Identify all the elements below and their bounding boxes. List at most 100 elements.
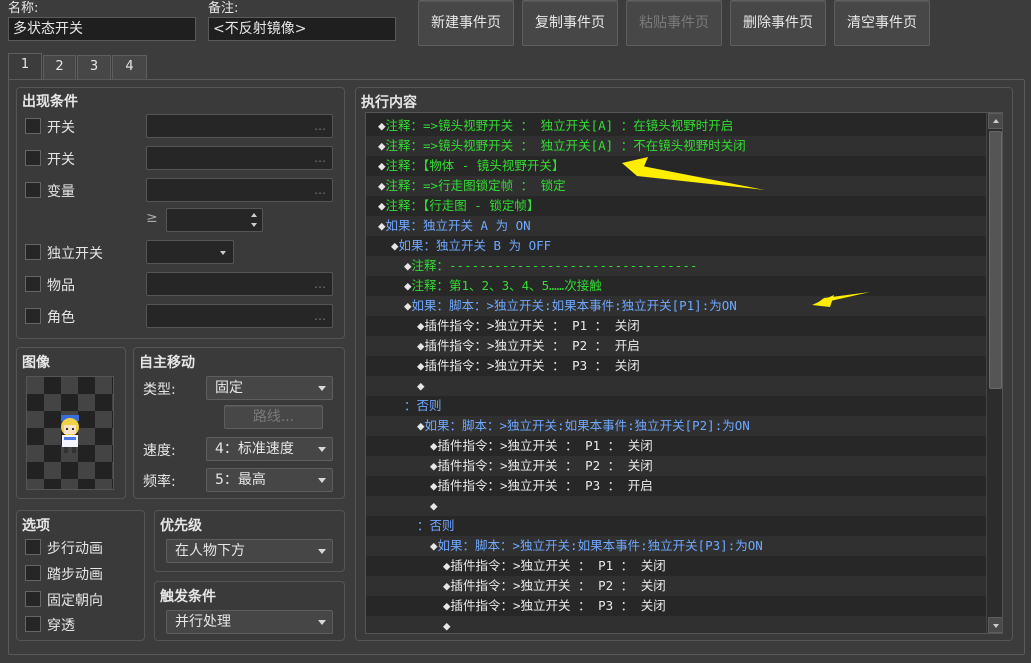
switch2-picker[interactable]: … bbox=[146, 146, 333, 170]
arrow-down-icon bbox=[993, 624, 999, 628]
variable-picker[interactable]: … bbox=[146, 178, 333, 202]
route-button[interactable]: 路线... bbox=[224, 405, 323, 429]
item-picker[interactable]: … bbox=[146, 272, 333, 296]
command-bullet-icon: ◆ bbox=[378, 138, 386, 153]
command-label: 注释：【行走图 - 锁定帧】 bbox=[385, 198, 540, 213]
walk-anim-checkbox[interactable] bbox=[25, 539, 41, 555]
variable-checkbox[interactable] bbox=[25, 182, 41, 198]
trigger-value: 并行处理 bbox=[175, 614, 231, 630]
command-text: ◆插件指令：>独立开关 ： P3 ： 开启 bbox=[366, 478, 653, 493]
actor-picker[interactable]: … bbox=[146, 304, 333, 328]
switch1-picker[interactable]: … bbox=[146, 114, 333, 138]
scroll-thumb[interactable] bbox=[989, 131, 1002, 389]
command-label: 插件指令：>独立开关 ： P1 ： 关闭 bbox=[450, 558, 666, 573]
command-text: ◆如果：独立开关 A 为 ON bbox=[366, 218, 531, 233]
spin-down-icon[interactable] bbox=[251, 223, 257, 227]
command-row[interactable]: ◆ bbox=[366, 376, 986, 396]
tab-3[interactable]: 3 bbox=[77, 55, 111, 79]
paste-page-button[interactable]: 粘贴事件页 bbox=[626, 0, 722, 46]
command-bullet-icon: ◆ bbox=[417, 378, 425, 393]
command-row[interactable]: ◆插件指令：>独立开关 ： P3 ： 关闭 bbox=[366, 356, 986, 376]
speed-value: 4：标准速度 bbox=[215, 441, 294, 457]
event-image-preview[interactable] bbox=[26, 376, 114, 490]
command-label: 插件指令：>独立开关 ： P3 ： 开启 bbox=[437, 478, 653, 493]
command-row[interactable]: ◆插件指令：>独立开关 ： P2 ： 关闭 bbox=[366, 576, 986, 596]
delete-page-button[interactable]: 删除事件页 bbox=[730, 0, 826, 46]
tab-2[interactable]: 2 bbox=[43, 55, 76, 79]
command-label: 插件指令：>独立开关 ： P2 ： 关闭 bbox=[437, 458, 653, 473]
command-label: 插件指令：>独立开关 ： P3 ： 关闭 bbox=[424, 358, 640, 373]
frequency-value: 5：最高 bbox=[215, 472, 266, 488]
switch2-checkbox[interactable] bbox=[25, 150, 41, 166]
command-bullet-icon: ◆ bbox=[417, 418, 425, 433]
actor-checkbox[interactable] bbox=[25, 308, 41, 324]
direction-fix-checkbox[interactable] bbox=[25, 591, 41, 607]
command-row[interactable]: ◆插件指令：>独立开关 ： P3 ： 开启 bbox=[366, 476, 986, 496]
tab-4[interactable]: 4 bbox=[112, 55, 147, 79]
chevron-down-icon bbox=[318, 447, 326, 452]
command-label: 注释：=>行走图锁定帧 ： 锁定 bbox=[385, 178, 566, 193]
command-row[interactable]: ◆插件指令：>独立开关 ： P1 ： 关闭 bbox=[366, 436, 986, 456]
command-text: ◆如果：独立开关 B 为 OFF bbox=[366, 238, 551, 253]
command-row[interactable]: ：否则 bbox=[366, 516, 986, 536]
trigger-select[interactable]: 并行处理 bbox=[166, 610, 333, 634]
command-bullet-icon: ◆ bbox=[391, 238, 399, 253]
item-label: 物品 bbox=[47, 278, 75, 294]
gte-label: ≥ bbox=[146, 210, 158, 226]
scroll-up-button[interactable] bbox=[988, 113, 1002, 129]
priority-select[interactable]: 在人物下方 bbox=[166, 539, 333, 563]
command-row[interactable]: ◆ bbox=[366, 496, 986, 516]
command-bullet-icon: ◆ bbox=[430, 538, 438, 553]
item-checkbox[interactable] bbox=[25, 276, 41, 292]
command-text: ◆注释：第1、2、3、4、5……次接触 bbox=[366, 278, 602, 293]
tab-1[interactable]: 1 bbox=[8, 53, 42, 80]
command-text: ◆插件指令：>独立开关 ： P1 ： 关闭 bbox=[366, 438, 653, 453]
through-checkbox[interactable] bbox=[25, 616, 41, 632]
command-row[interactable]: ：否则 bbox=[366, 396, 986, 416]
new-page-button[interactable]: 新建事件页 bbox=[418, 0, 514, 46]
command-row[interactable]: ◆注释：=>镜头视野开关 ： 独立开关[A] ：在镜头视野时开启 bbox=[366, 116, 986, 136]
scrollbar[interactable] bbox=[986, 113, 1002, 633]
step-anim-checkbox[interactable] bbox=[25, 565, 41, 581]
clear-page-button[interactable]: 清空事件页 bbox=[834, 0, 930, 46]
command-bullet-icon: ◆ bbox=[443, 618, 451, 633]
command-text: ◆注释：=>镜头视野开关 ： 独立开关[A] ：在镜头视野时开启 bbox=[366, 118, 733, 133]
self-switch-checkbox[interactable] bbox=[25, 244, 41, 260]
command-row[interactable]: ◆如果：脚本：>独立开关:如果本事件:独立开关[P3]:为ON bbox=[366, 536, 986, 556]
switch1-checkbox[interactable] bbox=[25, 118, 41, 134]
scroll-down-button[interactable] bbox=[988, 617, 1002, 633]
frequency-select[interactable]: 5：最高 bbox=[206, 468, 333, 492]
variable-value-spinner[interactable] bbox=[166, 208, 263, 232]
command-row[interactable]: ◆如果：脚本：>独立开关:如果本事件:独立开关[P2]:为ON bbox=[366, 416, 986, 436]
move-type-select[interactable]: 固定 bbox=[206, 376, 333, 400]
command-text: ◆注释：【行走图 - 锁定帧】 bbox=[366, 198, 539, 213]
command-label: 插件指令：>独立开关 ： P1 ： 关闭 bbox=[437, 438, 653, 453]
command-bullet-icon: ◆ bbox=[404, 298, 412, 313]
command-row[interactable]: ◆ bbox=[366, 616, 986, 633]
command-label: 注释：【物体 - 镜头视野开关】 bbox=[385, 158, 565, 173]
self-switch-label: 独立开关 bbox=[47, 246, 103, 262]
command-row[interactable]: ◆插件指令：>独立开关 ： P2 ： 开启 bbox=[366, 336, 986, 356]
command-row[interactable]: ◆插件指令：>独立开关 ： P3 ： 关闭 bbox=[366, 596, 986, 616]
command-bullet-icon: ◆ bbox=[417, 338, 425, 353]
command-text: ◆插件指令：>独立开关 ： P1 ： 关闭 bbox=[366, 318, 640, 333]
command-bullet-icon: ◆ bbox=[417, 318, 425, 333]
walk-anim-label: 步行动画 bbox=[47, 541, 103, 557]
speed-select[interactable]: 4：标准速度 bbox=[206, 437, 333, 461]
frequency-label: 频率: bbox=[143, 474, 176, 490]
spin-up-icon[interactable] bbox=[251, 213, 257, 217]
command-text: ◆ bbox=[366, 498, 438, 513]
autonomous-title: 自主移动 bbox=[139, 355, 195, 371]
copy-page-button[interactable]: 复制事件页 bbox=[522, 0, 618, 46]
command-row[interactable]: ◆插件指令：>独立开关 ： P2 ： 关闭 bbox=[366, 456, 986, 476]
command-bullet-icon: ◆ bbox=[417, 358, 425, 373]
command-bullet-icon: ◆ bbox=[430, 438, 438, 453]
note-input[interactable]: <不反射镜像> bbox=[208, 17, 396, 41]
command-row[interactable]: ◆插件指令：>独立开关 ： P1 ： 关闭 bbox=[366, 556, 986, 576]
self-switch-select[interactable] bbox=[146, 240, 234, 264]
command-label: 插件指令：>独立开关 ： P2 ： 关闭 bbox=[450, 578, 666, 593]
command-text: ◆如果：脚本：>独立开关:如果本事件:独立开关[P2]:为ON bbox=[366, 418, 750, 433]
note-label: 备注: bbox=[208, 1, 239, 16]
name-input[interactable]: 多状态开关 bbox=[8, 17, 196, 41]
command-label: 插件指令：>独立开关 ： P2 ： 开启 bbox=[424, 338, 640, 353]
